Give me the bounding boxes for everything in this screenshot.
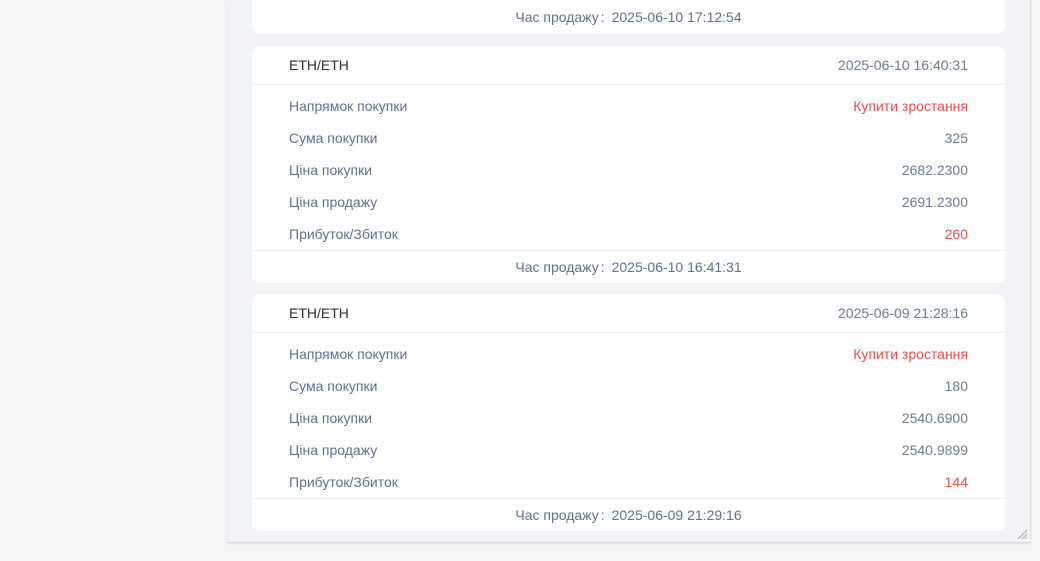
sale-time-value: 2025-06-09 21:29:16	[611, 507, 742, 523]
trade-card: Час продажу:2025-06-10 17:12:54	[252, 0, 1005, 34]
detail-value: 144	[944, 474, 968, 490]
detail-row-sell-price: Ціна продажу 2691.2300	[252, 186, 1005, 218]
detail-value: Купити зростання	[853, 346, 968, 362]
detail-row-direction: Напрямок покупки Купити зростання	[252, 90, 1005, 122]
trade-history-panel: Час продажу:2025-06-10 17:12:54 ETH/ETH …	[227, 0, 1031, 543]
detail-value: 180	[944, 378, 968, 394]
detail-label: Ціна покупки	[289, 162, 373, 178]
detail-value: 2540.6900	[901, 410, 968, 426]
detail-value: 2682.2300	[901, 162, 968, 178]
trade-pair: ETH/ETH	[289, 305, 349, 321]
detail-label: Напрямок покупки	[289, 98, 408, 114]
sale-time-footer: Час продажу:2025-06-10 17:12:54	[252, 0, 1005, 34]
detail-label: Ціна продажу	[289, 442, 378, 458]
detail-label: Ціна продажу	[289, 194, 378, 210]
detail-row-buy-price: Ціна покупки 2682.2300	[252, 154, 1005, 186]
sale-time-label: Час продажу	[515, 259, 599, 275]
detail-value: 325	[944, 130, 968, 146]
detail-row-amount: Сума покупки 180	[252, 370, 1005, 402]
trade-card: ETH/ETH 2025-06-09 21:28:16 Напрямок пок…	[252, 294, 1005, 531]
detail-row-amount: Сума покупки 325	[252, 122, 1005, 154]
detail-value: 2691.2300	[901, 194, 968, 210]
detail-value: 260	[944, 226, 968, 242]
detail-row-buy-price: Ціна покупки 2540.6900	[252, 402, 1005, 434]
sale-time-value: 2025-06-10 17:12:54	[611, 9, 742, 25]
trade-details: Напрямок покупки Купити зростання Сума п…	[252, 333, 1005, 498]
sale-time-footer: Час продажу:2025-06-10 16:41:31	[252, 250, 1005, 283]
detail-label: Ціна покупки	[289, 410, 373, 426]
detail-row-direction: Напрямок покупки Купити зростання	[252, 338, 1005, 370]
sale-time-value: 2025-06-10 16:41:31	[611, 259, 742, 275]
detail-row-profit: Прибуток/Збиток 260	[252, 218, 1005, 250]
detail-row-profit: Прибуток/Збиток 144	[252, 466, 1005, 498]
trade-card-header: ETH/ETH 2025-06-10 16:40:31	[252, 46, 1005, 85]
detail-label: Напрямок покупки	[289, 346, 408, 362]
sale-time-label: Час продажу	[515, 9, 599, 25]
detail-label: Сума покупки	[289, 378, 378, 394]
trade-date: 2025-06-10 16:40:31	[838, 57, 968, 73]
trade-date: 2025-06-09 21:28:16	[838, 305, 968, 321]
resize-grip-icon[interactable]	[1016, 528, 1028, 540]
trade-card: ETH/ETH 2025-06-10 16:40:31 Напрямок пок…	[252, 46, 1005, 283]
detail-row-sell-price: Ціна продажу 2540.9899	[252, 434, 1005, 466]
detail-label: Сума покупки	[289, 130, 378, 146]
trade-pair: ETH/ETH	[289, 57, 349, 73]
detail-value: 2540.9899	[901, 442, 968, 458]
detail-label: Прибуток/Збиток	[289, 226, 398, 242]
trade-card-header: ETH/ETH 2025-06-09 21:28:16	[252, 294, 1005, 333]
detail-label: Прибуток/Збиток	[289, 474, 398, 490]
sale-time-label: Час продажу	[515, 507, 599, 523]
detail-value: Купити зростання	[853, 98, 968, 114]
sale-time-footer: Час продажу:2025-06-09 21:29:16	[252, 498, 1005, 531]
trade-details: Напрямок покупки Купити зростання Сума п…	[252, 85, 1005, 250]
